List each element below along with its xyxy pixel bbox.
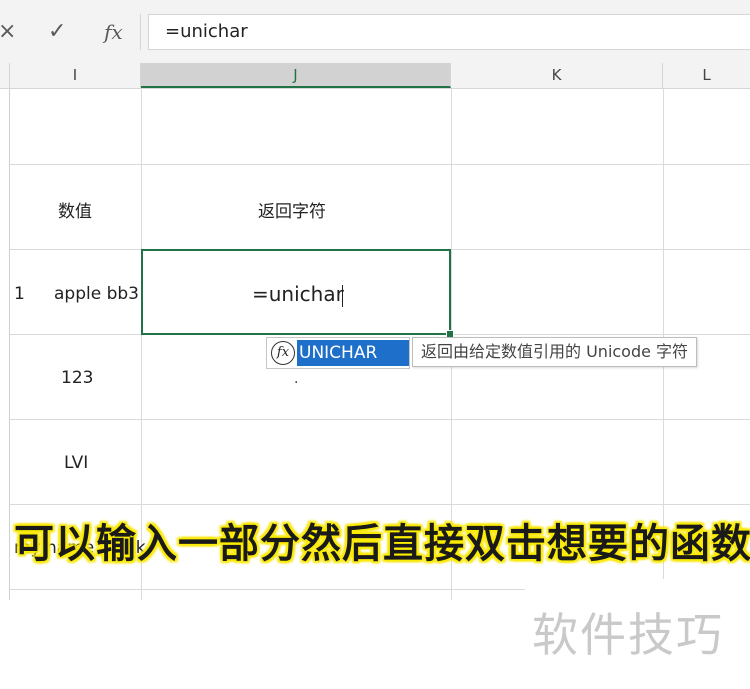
- function-tooltip: 返回由给定数值引用的 Unicode 字符: [412, 337, 698, 367]
- gridline-h: [10, 504, 750, 505]
- cell-i-row2[interactable]: 123: [61, 368, 93, 388]
- formula-input[interactable]: =unichar: [148, 14, 750, 50]
- instruction-caption: 可以输入一部分然后直接双击想要的函数: [14, 521, 750, 567]
- gridline-h: [10, 419, 750, 420]
- function-autocomplete-list: fx UNICHAR: [266, 337, 410, 369]
- column-header-l[interactable]: L: [663, 63, 750, 88]
- row-header-corner[interactable]: [0, 63, 10, 88]
- column-header-k[interactable]: K: [451, 63, 663, 88]
- formula-bar-divider: [140, 14, 141, 50]
- formula-bar: × ✓ fx =unichar: [0, 0, 750, 63]
- watermark-text: 软件技巧: [532, 608, 724, 662]
- function-icon: fx: [271, 341, 295, 365]
- row-number-marker: 1: [14, 284, 25, 304]
- cell-j-row2-marker: .: [294, 371, 299, 387]
- text-caret: [342, 285, 343, 307]
- worksheet-grid[interactable]: 数值 返回字符 1 apple bb3 =unichar 123 LVI my …: [0, 89, 750, 689]
- cell-i-header[interactable]: 数值: [58, 197, 92, 222]
- column-header-j[interactable]: J: [141, 63, 451, 88]
- insert-function-icon[interactable]: fx: [104, 16, 132, 48]
- enter-check-icon[interactable]: ✓: [48, 16, 74, 48]
- autocomplete-item-unichar[interactable]: UNICHAR: [297, 340, 409, 366]
- cell-i-row1[interactable]: apple bb3: [54, 284, 139, 304]
- column-header-i[interactable]: I: [10, 63, 141, 88]
- gridline-h: [10, 164, 750, 165]
- formula-text: =unichar: [165, 21, 248, 42]
- column-headers: I J K L: [0, 63, 750, 89]
- cell-i-row3[interactable]: LVI: [64, 453, 88, 473]
- cell-j-header[interactable]: 返回字符: [258, 197, 326, 222]
- row-header-edge: [9, 89, 10, 600]
- cell-j-editing-text: =unichar: [252, 282, 344, 306]
- cancel-icon[interactable]: ×: [0, 16, 22, 48]
